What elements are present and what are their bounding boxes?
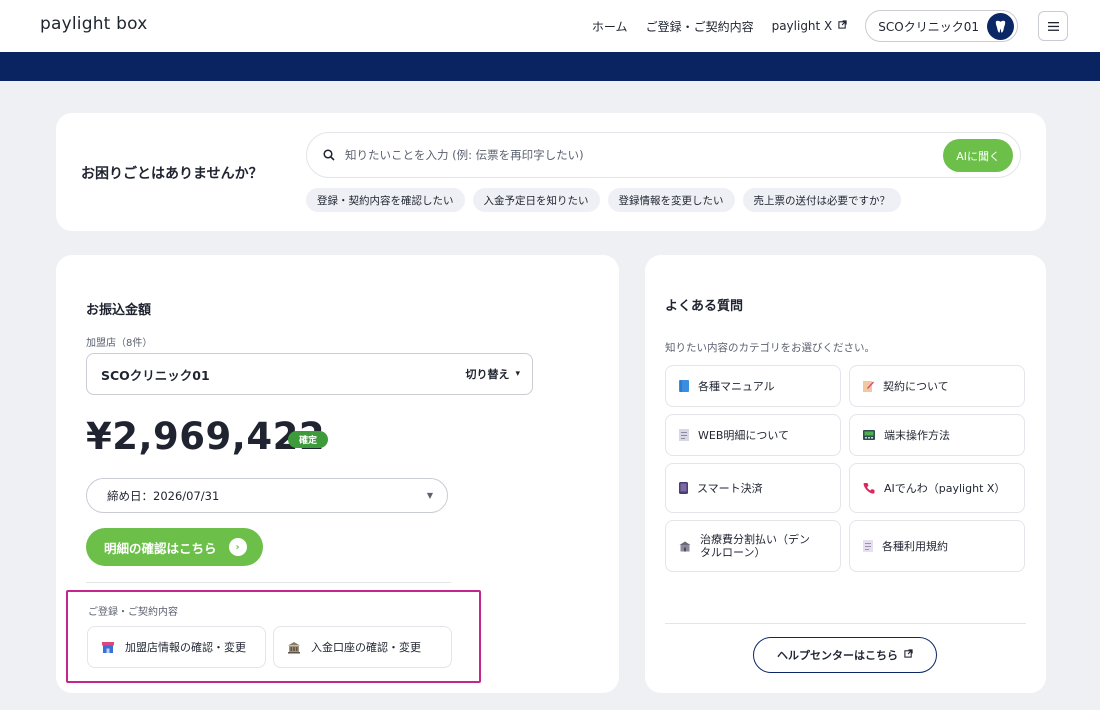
navy-banner: [0, 52, 1100, 81]
store-icon: [101, 641, 115, 654]
faq-item-contract[interactable]: 契約について: [849, 365, 1025, 407]
chevron-down-icon: ▼: [426, 491, 433, 500]
logo[interactable]: paylight box: [40, 14, 147, 34]
search-input[interactable]: [345, 148, 925, 162]
store-info-label: 加盟店情報の確認・変更: [125, 641, 246, 654]
terms-icon: [863, 540, 873, 552]
faq-title: よくある質問: [665, 299, 744, 314]
faq-item-ai-phone[interactable]: AIでんわ（paylight X）: [849, 463, 1025, 513]
transfer-title: お振込金額: [86, 303, 152, 318]
ask-ai-button[interactable]: AIに聞く: [943, 139, 1013, 172]
store-selector[interactable]: SCOクリニック01 切り替え ▾: [86, 353, 533, 395]
status-badge: 確定: [288, 431, 329, 448]
top-header: paylight box ホーム ご登録・ご契約内容 paylight X SC…: [0, 0, 1100, 52]
switch-label: 切り替え: [465, 368, 510, 381]
faq-item-label: スマート決済: [697, 481, 763, 495]
faq-description: 知りたい内容のカテゴリをお選びください。: [665, 342, 875, 354]
suggestion-chip[interactable]: 登録情報を変更したい: [607, 188, 735, 212]
suggestion-chip[interactable]: 売上票の送付は必要ですか？: [742, 188, 901, 212]
faq-item-label: WEB明細について: [698, 428, 790, 442]
phone-icon: [863, 482, 875, 494]
nav-registration-link[interactable]: ご登録・ご契約内容: [646, 18, 754, 35]
faq-item-manuals[interactable]: 各種マニュアル: [665, 365, 841, 407]
nav-home-link[interactable]: ホーム: [592, 18, 628, 35]
help-center-button[interactable]: ヘルプセンターはこちら: [753, 637, 937, 673]
store-info-button[interactable]: 加盟店情報の確認・変更: [87, 626, 266, 668]
suggestion-chip[interactable]: 入金予定日を知りたい: [472, 188, 600, 212]
hamburger-menu-button[interactable]: [1038, 11, 1068, 41]
search-box: AIに聞く: [306, 132, 1021, 178]
view-details-label: 明細の確認はこちら: [104, 540, 217, 556]
closing-date-select[interactable]: 締め日：2026/07/31 ▼: [86, 478, 448, 513]
hamburger-icon: [1047, 21, 1059, 31]
faq-item-label: 各種マニュアル: [698, 379, 775, 393]
external-link-icon: [904, 649, 913, 661]
help-search-card: お困りごとはありませんか？ AIに聞く 登録・契約内容を確認したい 入金予定日を…: [56, 113, 1046, 231]
nav-home-label: ホーム: [591, 19, 628, 34]
help-center-label: ヘルプセンターはこちら: [777, 649, 898, 662]
bank-icon: [287, 641, 301, 654]
clinic-icon: [679, 541, 691, 552]
faq-item-label: 治療費分割払い（デンタルローン）: [700, 533, 810, 559]
faq-item-label: 各種利用規約: [882, 539, 948, 553]
chevron-down-icon: ▾: [515, 369, 520, 379]
bank-account-button[interactable]: 入金口座の確認・変更: [273, 626, 452, 668]
terminal-icon: [863, 430, 875, 440]
faq-item-smart-payment[interactable]: スマート決済: [665, 463, 841, 513]
faq-item-label: 契約について: [883, 379, 949, 393]
external-link-icon: [838, 20, 847, 32]
nav-paylight-x-link[interactable]: paylight X: [772, 19, 848, 33]
faq-item-terms[interactable]: 各種利用規約: [849, 520, 1025, 572]
view-details-button[interactable]: 明細の確認はこちら ›: [86, 528, 263, 566]
closing-date-value: 締め日：2026/07/31: [107, 488, 220, 503]
store-name: SCOクリニック01: [101, 367, 210, 383]
search-icon: [323, 149, 335, 161]
account-name: SCOクリニック01: [878, 19, 979, 34]
store-count-label: 加盟店（8件）: [86, 338, 153, 349]
search-heading: お困りごとはありませんか？: [81, 166, 263, 182]
faq-item-dental-loan[interactable]: 治療費分割払い（デンタルローン）: [665, 520, 841, 572]
transfer-amount-card: お振込金額 加盟店（8件） SCOクリニック01 切り替え ▾ ¥2,969,4…: [56, 255, 619, 693]
main-nav: ホーム ご登録・ご契約内容 paylight X SCOクリニック01: [592, 0, 1100, 52]
faq-item-web-statement[interactable]: WEB明細について: [665, 414, 841, 456]
faq-card: よくある質問 知りたい内容のカテゴリをお選びください。 各種マニュアル 契約につ…: [645, 255, 1046, 693]
nav-paylight-x-label: paylight X: [771, 19, 833, 33]
suggestion-chips: 登録・契約内容を確認したい 入金予定日を知りたい 登録情報を変更したい 売上票の…: [306, 188, 909, 212]
faq-item-label: 端末操作方法: [884, 428, 950, 442]
account-switcher[interactable]: SCOクリニック01: [865, 10, 1018, 42]
nav-registration-label: ご登録・ご契約内容: [645, 19, 754, 34]
faq-item-terminal[interactable]: 端末操作方法: [849, 414, 1025, 456]
divider: [86, 582, 451, 583]
divider: [665, 623, 1026, 624]
document-icon: [679, 429, 689, 441]
smartphone-icon: [679, 482, 688, 494]
suggestion-chip[interactable]: 登録・契約内容を確認したい: [306, 188, 465, 212]
book-icon: [679, 380, 689, 392]
faq-item-label: AIでんわ（paylight X）: [884, 481, 1006, 495]
arrow-right-icon: ›: [228, 538, 247, 556]
switch-store-button[interactable]: 切り替え ▾: [465, 366, 520, 382]
tooth-avatar-icon: [987, 12, 1014, 40]
registration-section-highlight: ご登録・ご契約内容 加盟店情報の確認・変更 入金口座の確認・変更: [66, 590, 481, 683]
registration-label: ご登録・ご契約内容: [88, 607, 178, 618]
contract-icon: [863, 380, 874, 392]
bank-account-label: 入金口座の確認・変更: [311, 641, 421, 654]
